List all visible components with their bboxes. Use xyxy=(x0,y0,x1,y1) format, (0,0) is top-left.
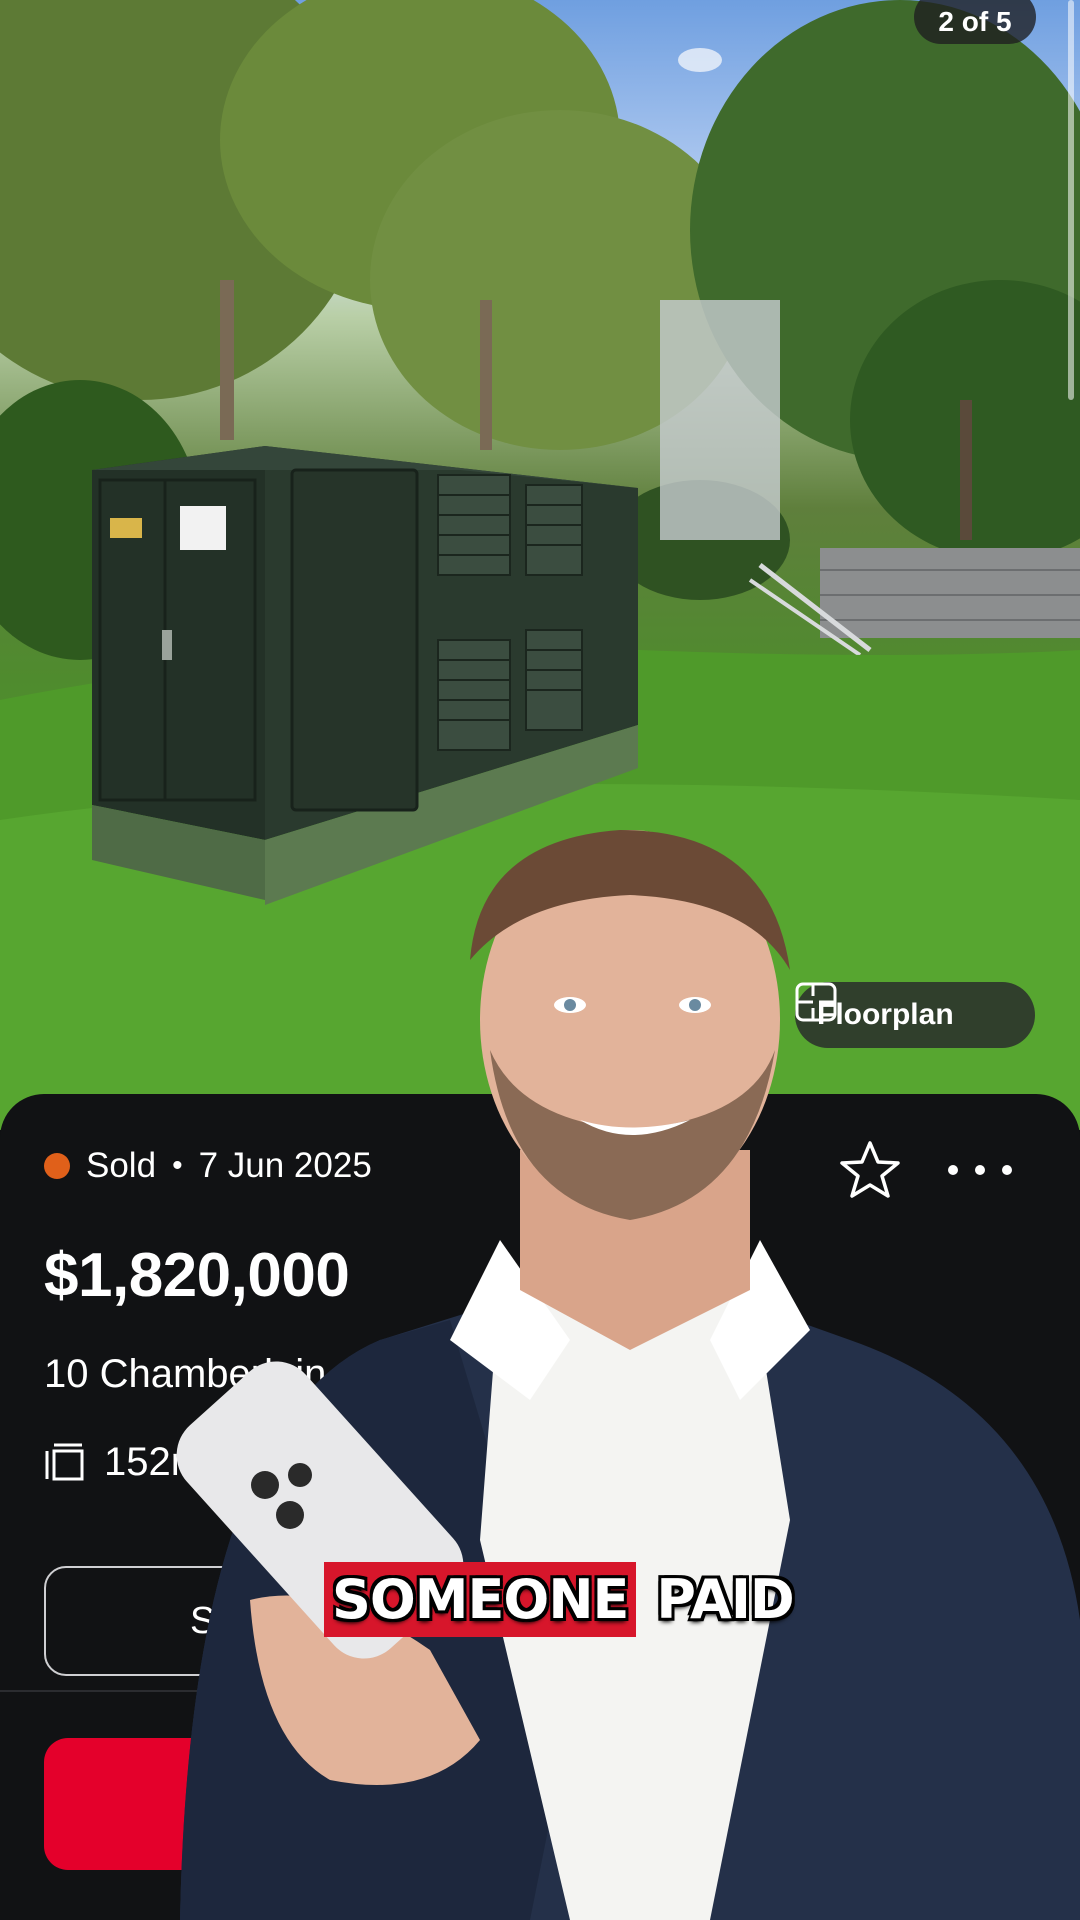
caption-word: PAID xyxy=(656,1568,794,1631)
gallery-scrollbar[interactable] xyxy=(1068,0,1074,400)
presenter-overlay xyxy=(176,830,1080,1920)
photo-counter-badge: 2 of 5 xyxy=(914,0,1036,44)
caption-word-highlight: SOMEONE xyxy=(324,1562,637,1637)
land-size-icon xyxy=(45,1443,84,1480)
status-label: Sold xyxy=(86,1146,157,1185)
video-caption: SOMEONE PAID xyxy=(324,1562,802,1637)
status-dot-icon xyxy=(44,1153,70,1179)
